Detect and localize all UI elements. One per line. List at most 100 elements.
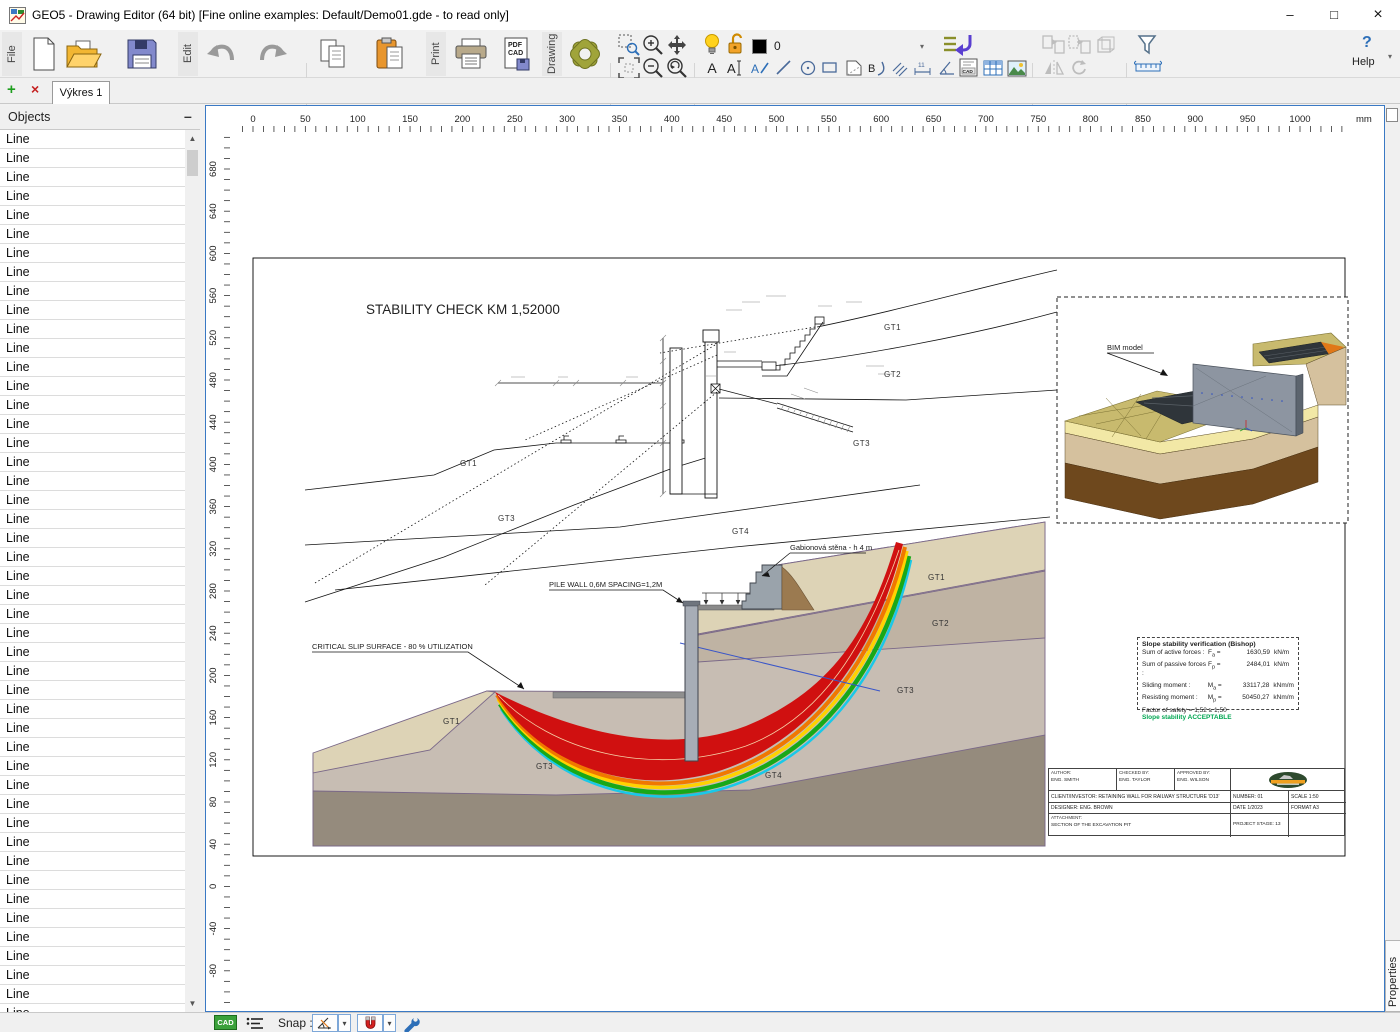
panel-expand-button[interactable]	[1386, 108, 1398, 122]
objects-list-item[interactable]: Line	[0, 339, 185, 358]
collapse-panel-button[interactable]: –	[184, 108, 192, 124]
polygon-tool-button[interactable]	[844, 58, 864, 78]
objects-list-item[interactable]: Line	[0, 700, 185, 719]
objects-list-item[interactable]: Line	[0, 472, 185, 491]
help-dropdown[interactable]: ▾	[1388, 52, 1392, 61]
layer-color-swatch[interactable]	[752, 39, 767, 54]
objects-list-item[interactable]: Line	[0, 130, 185, 149]
objects-list-item[interactable]: Line	[0, 453, 185, 472]
snap-settings-wrench-icon[interactable]	[402, 1015, 420, 1032]
objects-list-item[interactable]: Line	[0, 776, 185, 795]
cad-import-button[interactable]: CAD	[958, 58, 980, 78]
circle-tool-button[interactable]	[798, 58, 818, 78]
objects-list-item[interactable]: Line	[0, 320, 185, 339]
objects-list-item[interactable]: Line	[0, 1004, 185, 1012]
layer-visibility-button[interactable]	[702, 34, 722, 54]
objects-list-item[interactable]: Line	[0, 757, 185, 776]
copy-object-button[interactable]	[1094, 34, 1118, 56]
objects-list-item[interactable]: Line	[0, 814, 185, 833]
angle-dimension-tool-button[interactable]	[936, 58, 958, 78]
dimension-tool-button[interactable]: 11	[912, 58, 934, 78]
objects-list-item[interactable]: Line	[0, 396, 185, 415]
objects-list-item[interactable]: Line	[0, 833, 185, 852]
objects-list-item[interactable]: Line	[0, 434, 185, 453]
filter-button[interactable]	[1134, 34, 1160, 56]
zoom-extents-button[interactable]	[618, 57, 640, 79]
paste-format-button[interactable]	[1068, 34, 1092, 56]
objects-list-item[interactable]: Line	[0, 586, 185, 605]
objects-list-item[interactable]: Line	[0, 415, 185, 434]
objects-list-item[interactable]: Line	[0, 149, 185, 168]
help-label[interactable]: Help	[1352, 56, 1375, 68]
add-tab-button[interactable]: +	[7, 81, 16, 98]
objects-list-item[interactable]: Line	[0, 871, 185, 890]
drawing-canvas[interactable]: 0 50 100 150 200 250 300 350 400 450 500 550 600 650 7…	[205, 105, 1385, 1012]
zoom-in-button[interactable]	[642, 34, 664, 56]
open-file-button[interactable]	[64, 34, 104, 74]
objects-list-item[interactable]: Line	[0, 947, 185, 966]
minimize-button[interactable]: –	[1268, 0, 1312, 30]
undo-button[interactable]	[200, 34, 240, 74]
objects-list-item[interactable]: Line	[0, 738, 185, 757]
objects-list-item[interactable]: Line	[0, 624, 185, 643]
mirror-button[interactable]	[1042, 58, 1066, 78]
objects-list-item[interactable]: Line	[0, 643, 185, 662]
objects-list-item[interactable]: Line	[0, 966, 185, 985]
snap-angle-dropdown[interactable]: ▾	[338, 1014, 351, 1032]
copy-format-button[interactable]	[1042, 34, 1066, 56]
properties-tab[interactable]: Properties	[1385, 940, 1400, 1012]
objects-list-item[interactable]: Line	[0, 377, 185, 396]
close-tab-button[interactable]: ×	[31, 81, 39, 97]
pan-button[interactable]	[666, 34, 688, 56]
zoom-previous-button[interactable]	[666, 58, 688, 78]
objects-list-item[interactable]: Line	[0, 928, 185, 947]
print-button[interactable]	[450, 34, 492, 74]
tab-vykres-1[interactable]: Výkres 1	[52, 81, 110, 104]
objects-list-item[interactable]: Line	[0, 301, 185, 320]
objects-list-item[interactable]: Line	[0, 263, 185, 282]
redo-button[interactable]	[254, 34, 294, 74]
hatch-tool-button[interactable]	[890, 58, 910, 78]
objects-list-item[interactable]: Line	[0, 510, 185, 529]
rectangle-tool-button[interactable]	[820, 58, 840, 78]
objects-list-item[interactable]: Line	[0, 187, 185, 206]
objects-list-item[interactable]: Line	[0, 681, 185, 700]
close-button[interactable]: ×	[1356, 0, 1400, 30]
rotate-button[interactable]	[1068, 58, 1092, 78]
layer-dropdown[interactable]: ▾	[920, 42, 924, 51]
save-button[interactable]	[120, 34, 164, 74]
layers-list-icon[interactable]	[246, 1016, 264, 1030]
layer-lock-button[interactable]	[726, 33, 746, 54]
objects-list-item[interactable]: Line	[0, 168, 185, 187]
new-document-button[interactable]	[26, 34, 62, 74]
objects-scrollbar[interactable]: ▲ ▼	[185, 130, 200, 1012]
maximize-button[interactable]: □	[1312, 0, 1356, 30]
image-tool-button[interactable]	[1006, 58, 1028, 78]
objects-list-item[interactable]: Line	[0, 225, 185, 244]
line-tool-button[interactable]	[774, 58, 794, 78]
snap-magnet-button[interactable]	[357, 1014, 383, 1032]
objects-list-item[interactable]: Line	[0, 206, 185, 225]
objects-list-item[interactable]: Line	[0, 909, 185, 928]
snap-angle-button[interactable]	[312, 1014, 338, 1032]
objects-list-item[interactable]: Line	[0, 282, 185, 301]
drawing-settings-button[interactable]	[564, 34, 606, 74]
text-tool-button[interactable]: A	[702, 58, 722, 78]
snap-magnet-dropdown[interactable]: ▾	[383, 1014, 396, 1032]
help-icon[interactable]: ?	[1362, 34, 1372, 52]
objects-list-item[interactable]: Line	[0, 548, 185, 567]
zoom-selection-button[interactable]	[618, 34, 640, 56]
apply-properties-button[interactable]	[940, 32, 976, 58]
copy-button[interactable]	[314, 34, 354, 74]
scrollbar-thumb[interactable]	[187, 150, 198, 176]
text-edit-tool-button[interactable]: A	[726, 58, 746, 78]
objects-list-item[interactable]: Line	[0, 605, 185, 624]
objects-list-item[interactable]: Line	[0, 852, 185, 871]
objects-list-item[interactable]: Line	[0, 491, 185, 510]
export-pdf-cad-button[interactable]: PDF CAD	[496, 34, 538, 74]
zoom-out-button[interactable]	[642, 58, 664, 78]
objects-list-item[interactable]: Line	[0, 795, 185, 814]
spline-tool-button[interactable]: B	[866, 58, 888, 78]
table-tool-button[interactable]	[982, 58, 1004, 78]
objects-list-item[interactable]: Line	[0, 567, 185, 586]
